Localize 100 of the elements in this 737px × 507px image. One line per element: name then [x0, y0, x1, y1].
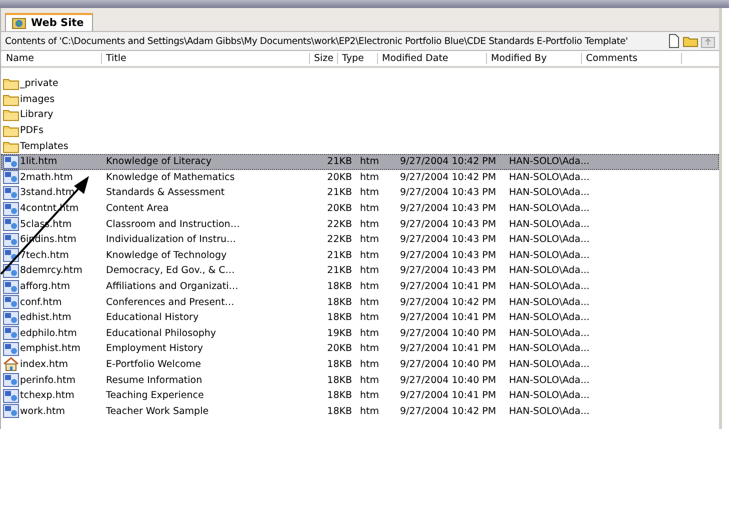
date-cell-text: 9/27/2004 10:41 PM	[399, 343, 498, 354]
folder-icon	[3, 92, 19, 106]
file-row[interactable]: work.htm Teacher Work Sample 18KB htm 9/27/2004 10:42 PM HAN-SOLO\Ada...	[1, 403, 719, 420]
title-cell-text: Educational History	[105, 312, 200, 324]
file-name: Library	[20, 109, 54, 120]
file-row[interactable]: index.htm E-Portfolio Welcome 18KB htm 9/27/2004 10:40 PM HAN-SOLO\Ada...	[1, 356, 719, 372]
folder-icon	[3, 108, 19, 122]
type-cell-text: htm	[359, 234, 380, 246]
file-row[interactable]: images	[1, 92, 719, 108]
file-row[interactable]: 2math.htm Knowledge of Mathematics 20KB htm 9/27/2004 10:42 PM HAN-SOLO\Ada...	[1, 170, 719, 186]
date-cell-text: 9/27/2004 10:42 PM	[399, 296, 498, 308]
title-cell-text: Affiliations and Organizati…	[105, 281, 240, 292]
file-row[interactable]: conf.htm Conferences and Present… 18KB htm 9/27/2004 10:42 PM HAN-SOLO\Ada...	[1, 294, 719, 310]
file-row[interactable]: emphist.htm Employment History 20KB htm 9/27/2004 10:41 PM HAN-SOLO\Ada...	[1, 341, 719, 357]
web-page-icon	[3, 154, 19, 169]
date-cell-text: 9/27/2004 10:41 PM	[399, 312, 498, 324]
title-cell-text: Knowledge of Mathematics	[105, 172, 236, 183]
web-page-icon	[3, 280, 19, 294]
web-page-icon	[3, 342, 19, 356]
author-cell-text: HAN-SOLO\Ada...	[508, 358, 591, 370]
date-cell-text: 9/27/2004 10:43 PM	[399, 265, 498, 276]
up-folder-icon[interactable]	[701, 34, 715, 48]
type-cell-text: htm	[359, 265, 380, 276]
column-header[interactable]: Title	[102, 53, 310, 64]
title-cell-text: Classroom and Instruction…	[105, 218, 241, 230]
new-folder-icon[interactable]	[683, 35, 698, 47]
size-cell-text: 21KB	[326, 250, 353, 261]
folder-icon	[3, 77, 19, 90]
web-page-icon	[3, 232, 19, 247]
column-header[interactable]: Name	[1, 53, 102, 64]
size-cell-text: 20KB	[326, 172, 353, 183]
type-cell-text: htm	[359, 250, 380, 261]
file-row[interactable]: Library	[1, 107, 719, 123]
size-cell-text: 18KB	[326, 312, 353, 324]
title-cell-text: Educational Philosophy	[105, 328, 218, 339]
file-row[interactable]: edphilo.htm Educational Philosophy 19KB htm 9/27/2004 10:40 PM HAN-SOLO\Ada...	[1, 326, 719, 342]
author-cell-text: HAN-SOLO\Ada...	[508, 265, 591, 276]
author-cell-text: HAN-SOLO\Ada...	[508, 312, 591, 324]
author-cell-text: HAN-SOLO\Ada...	[508, 281, 591, 292]
path-text: Contents of 'C:\Documents and Settings\Adam Gibbs\My Documents\work\EP2\Electronic Portfolio Blue\CDE Standards E-Portfolio Template'	[5, 36, 629, 46]
title-cell-text: Teacher Work Sample	[105, 406, 210, 417]
web-page-icon	[3, 310, 19, 325]
size-cell-text: 21KB	[326, 156, 353, 168]
column-header[interactable]: Modified Date	[378, 53, 487, 64]
file-name: tchexp.htm	[20, 390, 74, 402]
author-cell-text: HAN-SOLO\Ada...	[508, 156, 591, 168]
author-cell-text: HAN-SOLO\Ada...	[508, 343, 591, 354]
title-cell-text: Employment History	[105, 343, 204, 354]
title-cell-text: Individualization of Instru…	[105, 234, 238, 246]
file-name: edphilo.htm	[20, 328, 77, 339]
column-header[interactable]: Comments	[582, 53, 682, 64]
type-cell-text: htm	[359, 218, 380, 230]
column-header[interactable]: Size	[310, 53, 338, 64]
web-page-icon	[3, 170, 19, 184]
file-row[interactable]: perinfo.htm Resume Information 18KB htm 9/27/2004 10:40 PM HAN-SOLO\Ada...	[1, 372, 719, 388]
type-cell-text: htm	[359, 172, 380, 183]
file-name: 3stand.htm	[20, 187, 75, 198]
file-row[interactable]: Templates	[1, 138, 719, 154]
size-cell-text: 18KB	[326, 374, 353, 386]
type-cell-text: htm	[359, 328, 380, 339]
globe-folder-icon	[12, 17, 26, 29]
web-page-icon	[3, 186, 19, 200]
type-cell-text: htm	[359, 343, 380, 354]
file-row[interactable]: afforg.htm Affiliations and Organizati… 18KB htm 9/27/2004 10:41 PM HAN-SOLO\Ada...	[1, 278, 719, 294]
date-cell-text: 9/27/2004 10:43 PM	[399, 187, 498, 198]
size-cell-text: 20KB	[326, 203, 353, 214]
size-cell-text: 18KB	[326, 406, 353, 417]
type-cell-text: htm	[359, 390, 380, 402]
author-cell-text: HAN-SOLO\Ada...	[508, 172, 591, 183]
file-row[interactable]: 3stand.htm Standards & Assessment 21KB htm 9/27/2004 10:43 PM HAN-SOLO\Ada...	[1, 185, 719, 201]
web-page-icon	[3, 295, 19, 310]
column-header[interactable]: Type	[338, 53, 378, 64]
file-row[interactable]: 8demrcy.htm Democracy, Ed Gov., & C… 21KB htm 9/27/2004 10:43 PM HAN-SOLO\Ada...	[1, 263, 719, 279]
date-cell-text: 9/27/2004 10:43 PM	[399, 250, 498, 261]
size-cell-text: 22KB	[326, 234, 353, 246]
date-cell-text: 9/27/2004 10:40 PM	[399, 328, 498, 339]
size-cell-text: 20KB	[326, 343, 353, 354]
author-cell-text: HAN-SOLO\Ada...	[508, 250, 591, 261]
file-row[interactable]: 7tech.htm Knowledge of Technology 21KB htm 9/27/2004 10:43 PM HAN-SOLO\Ada...	[1, 248, 719, 264]
file-row[interactable]: _private	[1, 76, 719, 92]
file-row[interactable]: PDFs	[1, 122, 719, 138]
file-name: emphist.htm	[20, 343, 80, 354]
date-cell-text: 9/27/2004 10:40 PM	[399, 374, 498, 386]
author-cell-text: HAN-SOLO\Ada...	[508, 187, 591, 198]
author-cell-text: HAN-SOLO\Ada...	[508, 203, 591, 214]
title-cell-text: Knowledge of Technology	[105, 250, 228, 261]
column-header[interactable]: Modified By	[487, 53, 582, 64]
file-row[interactable]: tchexp.htm Teaching Experience 18KB htm 9/27/2004 10:41 PM HAN-SOLO\Ada...	[1, 388, 719, 404]
author-cell-text: HAN-SOLO\Ada...	[508, 218, 591, 230]
date-cell-text: 9/27/2004 10:42 PM	[399, 406, 498, 417]
new-page-icon[interactable]	[668, 34, 680, 48]
author-cell-text: HAN-SOLO\Ada...	[508, 390, 591, 402]
file-name: 1lit.htm	[20, 156, 58, 168]
file-name: images	[20, 94, 55, 105]
web-site-tab[interactable]: Web Site	[5, 13, 93, 31]
file-name: work.htm	[20, 406, 66, 417]
title-cell-text: Teaching Experience	[105, 390, 205, 402]
file-row[interactable]: edhist.htm Educational History 18KB htm 9/27/2004 10:41 PM HAN-SOLO\Ada...	[1, 310, 719, 326]
file-row[interactable]: 1lit.htm Knowledge of Literacy 21KB htm 9/27/2004 10:42 PM HAN-SOLO\Ada...	[1, 154, 719, 170]
author-cell-text: HAN-SOLO\Ada...	[508, 374, 591, 386]
